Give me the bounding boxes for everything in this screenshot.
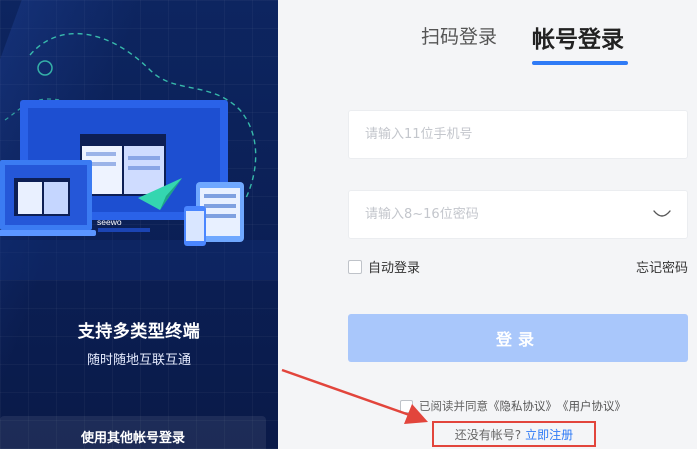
promo-subtitle: 随时随地互联互通 [86, 353, 191, 368]
tab-account-login[interactable]: 帐号登录 [532, 20, 624, 54]
agreement-prefix: 已阅读并同意 [419, 399, 488, 413]
multi-device-illustration: seewo [0, 33, 278, 280]
agreement-row: 已阅读并同意 《隐私协议》 《用户协议》 [400, 398, 626, 414]
auto-login-checkbox[interactable] [348, 259, 362, 274]
other-account-login-button[interactable]: 使用其他帐号登录 [0, 416, 266, 449]
privacy-policy-link[interactable]: 《隐私协议》 [488, 398, 557, 414]
active-tab-indicator [532, 61, 628, 65]
seewo-logo: seewo [97, 217, 122, 227]
user-agreement-link[interactable]: 《用户协议》 [557, 398, 626, 414]
register-prompt: 还没有帐号? 立即注册 [432, 421, 596, 447]
login-button[interactable]: 登录 [348, 314, 688, 362]
register-prompt-text: 还没有帐号? [454, 427, 522, 442]
password-input[interactable] [349, 191, 687, 238]
auto-login-toggle[interactable]: 自动登录 [348, 257, 420, 276]
phone-field [348, 110, 688, 159]
eye-closed-icon[interactable] [653, 209, 671, 219]
auto-login-label: 自动登录 [368, 261, 421, 276]
register-link[interactable]: 立即注册 [525, 426, 573, 443]
agreement-checkbox[interactable] [400, 399, 413, 413]
phone-input[interactable] [349, 111, 687, 158]
forgot-password-link[interactable]: 忘记密码 [636, 257, 688, 276]
login-panel: 扫码登录 帐号登录 自动登录 忘记密码 登录 已阅读并同意 《隐私协议》 《用户… [278, 0, 697, 449]
password-field [348, 190, 688, 239]
tab-qr-login[interactable]: 扫码登录 [421, 22, 497, 49]
promo-title: 支持多类型终端 [77, 322, 201, 342]
promo-panel: seewo 支持多类型终端 随时随地互联互通 使用其他帐号登录 [0, 0, 278, 449]
